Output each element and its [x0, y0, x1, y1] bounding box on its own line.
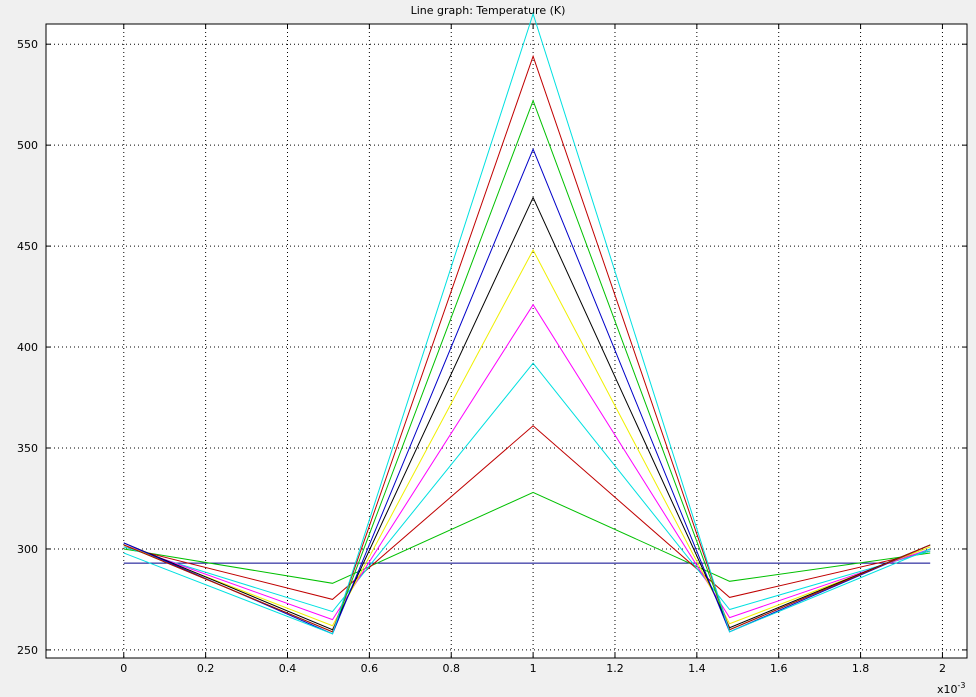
x-tick-label: 0.6	[361, 662, 379, 675]
x-tick-labels: 0 0.2 0.4 0.6 0.8 1 1.2 1.4 1.6 1.8 2	[120, 662, 946, 675]
y-tick-label: 400	[17, 341, 38, 354]
x-tick-label: 2	[939, 662, 946, 675]
y-tick-label: 450	[17, 240, 38, 253]
x-tick-label: 1.8	[852, 662, 870, 675]
y-tick-label: 550	[17, 38, 38, 51]
y-tick-labels: 250 300 350 400 450 500 550	[17, 38, 38, 657]
x-tick-label: 0.4	[279, 662, 297, 675]
x-multiplier-base: x10	[937, 683, 958, 696]
y-tick-label: 250	[17, 644, 38, 657]
x-tick-label: 1	[530, 662, 537, 675]
x-multiplier-exponent: -3	[958, 681, 966, 690]
y-tick-label: 500	[17, 139, 38, 152]
y-tick-label: 300	[17, 543, 38, 556]
y-tick-label: 350	[17, 442, 38, 455]
x-tick-label: 0.8	[442, 662, 460, 675]
x-tick-label: 0.2	[197, 662, 215, 675]
x-tick-label: 0	[120, 662, 127, 675]
x-tick-label: 1.2	[606, 662, 624, 675]
x-multiplier-label: x10-3	[937, 681, 966, 696]
x-tick-label: 1.4	[688, 662, 706, 675]
line-chart: 0 0.2 0.4 0.6 0.8 1 1.2 1.4 1.6 1.8 2 250 300 350 400…	[17, 12, 968, 696]
x-tick-label: 1.6	[770, 662, 788, 675]
